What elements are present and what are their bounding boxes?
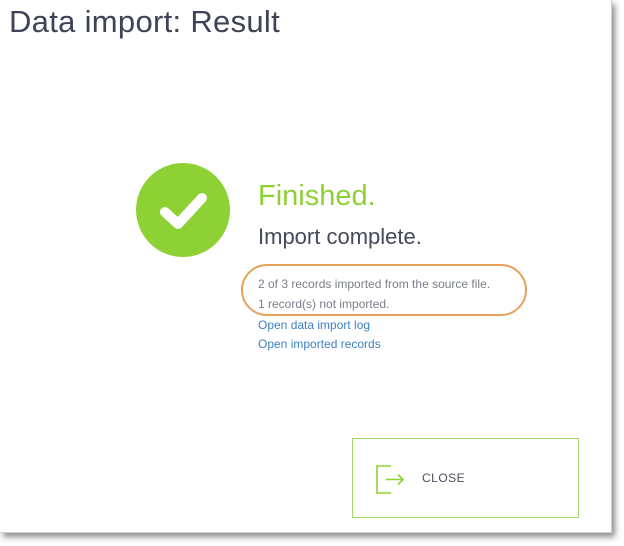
open-imported-records-link[interactable]: Open imported records bbox=[258, 337, 381, 351]
summary-not-imported-count: 1 record(s) not imported. bbox=[258, 297, 390, 311]
import-result-dialog: Data import: Result Finished. Import com… bbox=[0, 0, 612, 533]
page-title: Data import: Result bbox=[9, 4, 281, 39]
close-button-label: CLOSE bbox=[422, 471, 466, 485]
summary-imported-count: 2 of 3 records imported from the source … bbox=[258, 277, 491, 291]
status-heading: Finished. bbox=[258, 180, 376, 212]
exit-icon bbox=[373, 461, 409, 497]
status-subheading: Import complete. bbox=[258, 224, 422, 249]
check-circle-icon bbox=[136, 163, 230, 257]
close-button[interactable]: CLOSE bbox=[352, 438, 579, 518]
open-import-log-link[interactable]: Open data import log bbox=[258, 318, 370, 332]
